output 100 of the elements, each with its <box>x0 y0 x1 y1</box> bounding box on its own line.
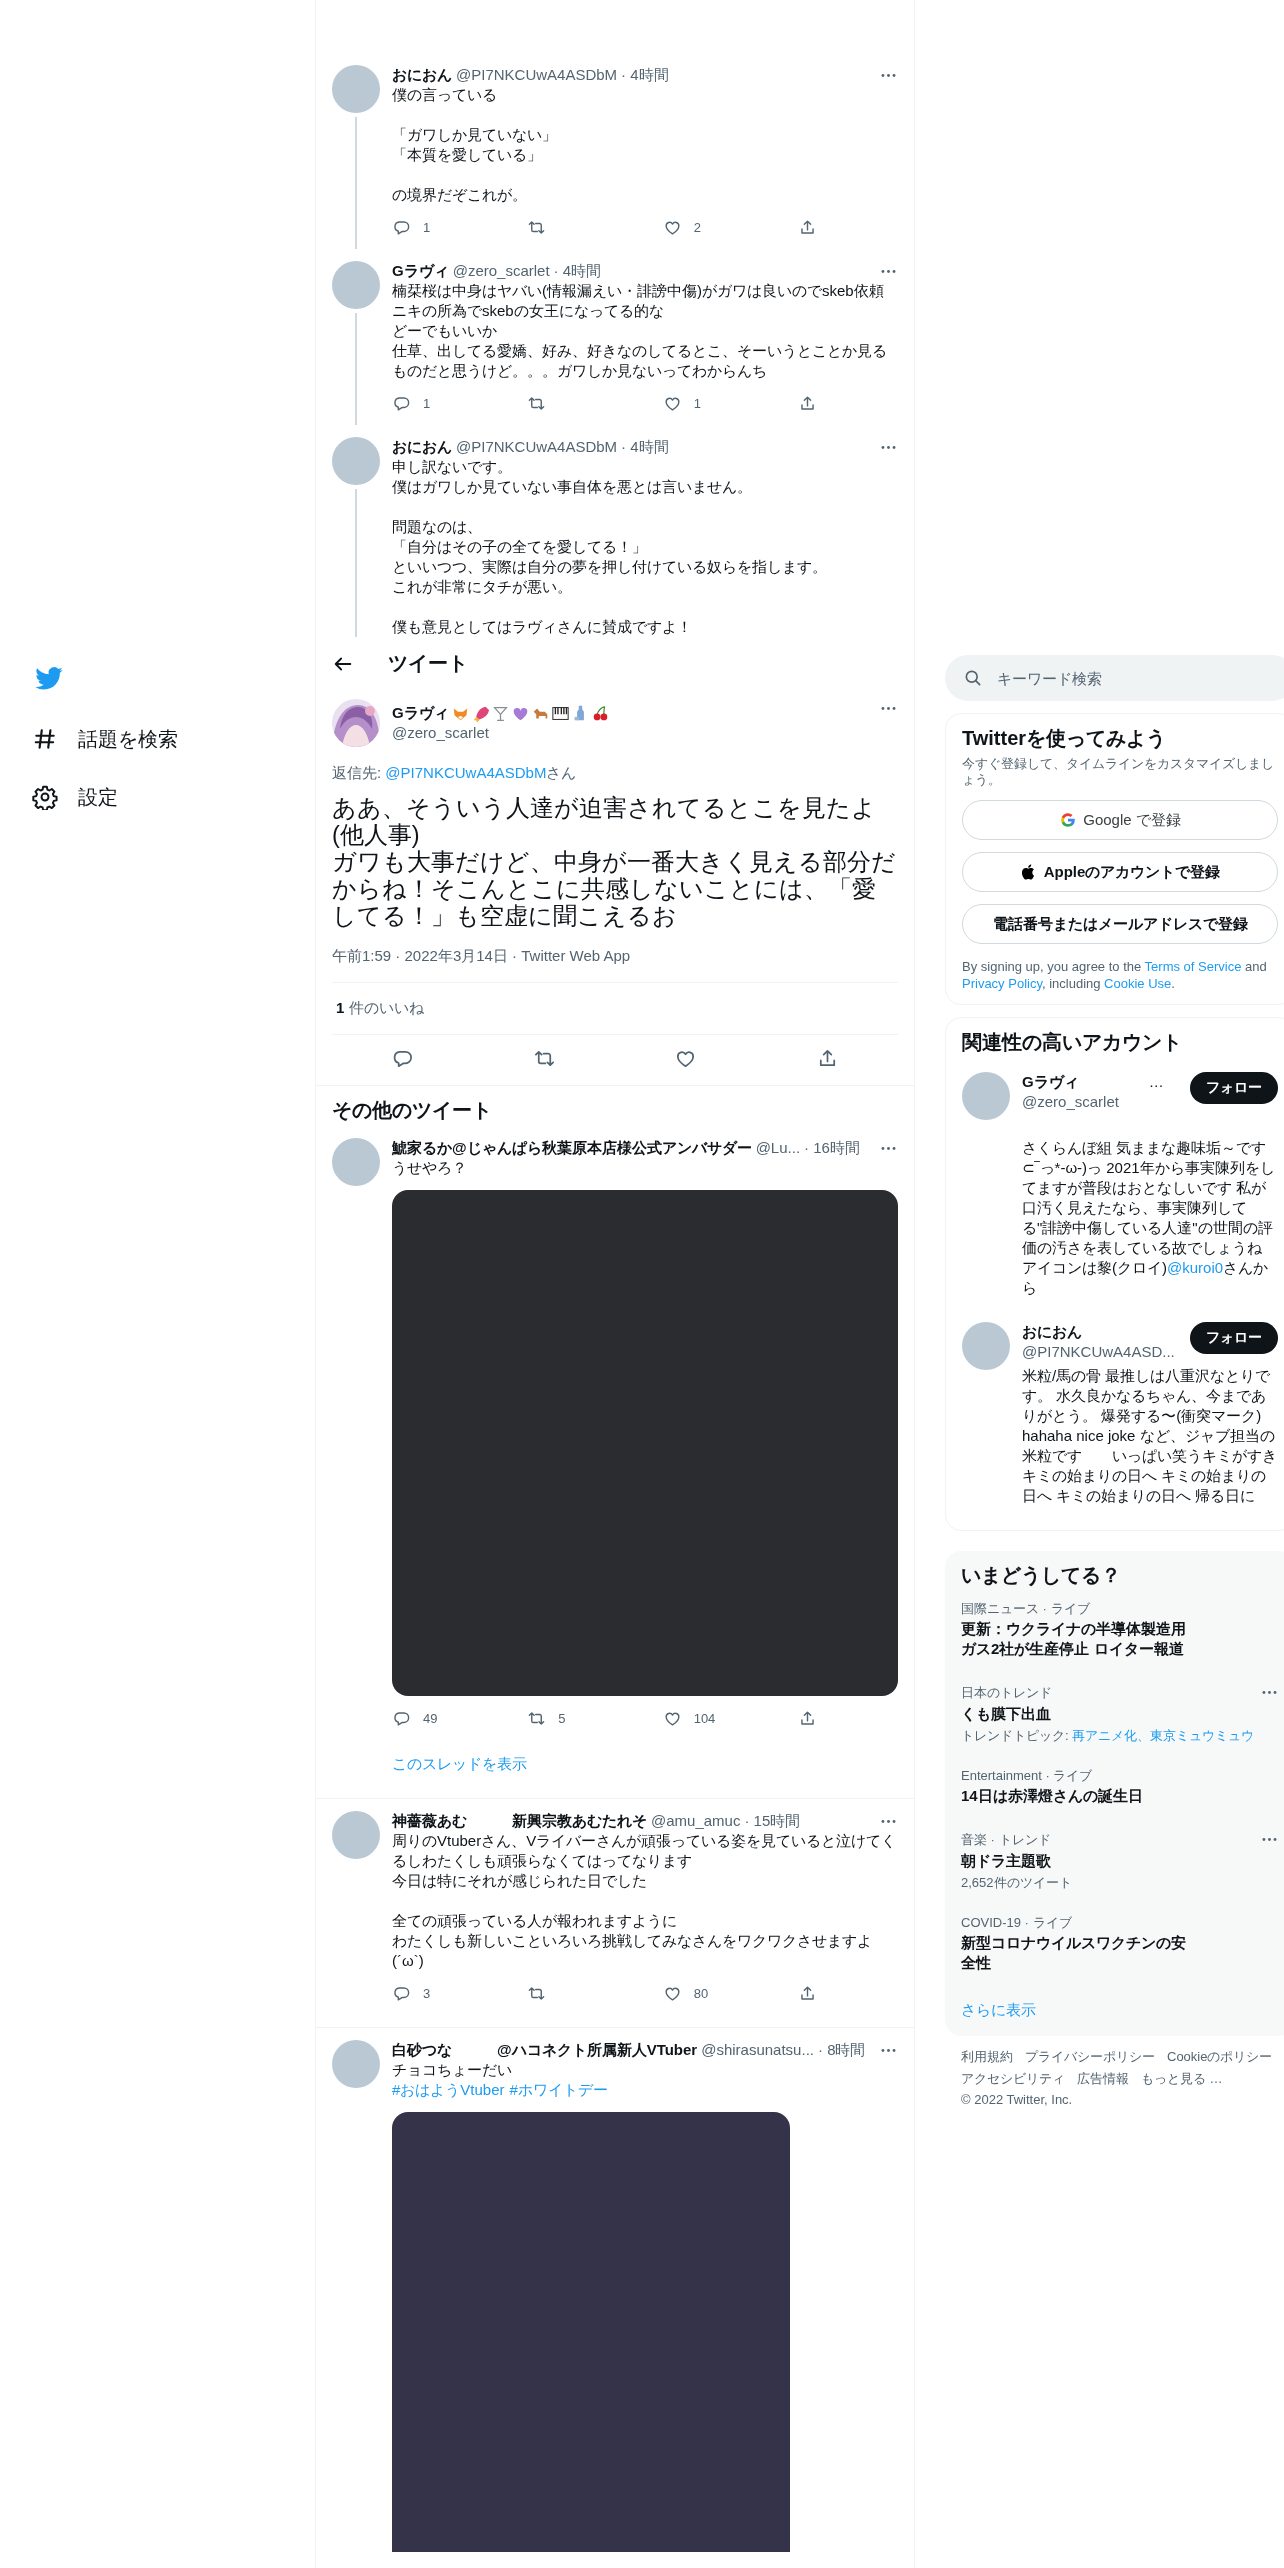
page-title: ツイート <box>388 651 468 676</box>
tweet-text: 周りのVtuberさん、Vライバーさんが頑張っている姿を見ていると泣けてくるしわたくしも頑張らなくてはってなります <box>392 1831 898 1871</box>
share-icon[interactable] <box>798 217 817 237</box>
tweet-time[interactable]: · 4時間 <box>553 261 602 281</box>
tweet-text: どーでもいいか <box>392 321 498 341</box>
tweet-text: ガワも大事だけど、中身が一番大きく見える部分だからね！そこんとこに共感しないことには、「愛してる！」も空虚に聞こえるお <box>332 849 897 930</box>
nav-item[interactable]: 設定 <box>20 768 130 826</box>
user-name[interactable]: Gラヴィ <box>1022 1072 1079 1092</box>
tweet-text: 「ガワしか見ていない」 <box>392 125 558 145</box>
card-title: 関連性の高いアカウント <box>962 1030 1183 1054</box>
signup-button[interactable]: 電話番号またはメールアドレスで登録 <box>962 904 1278 944</box>
trend-title: 新型コロナウイルスワクチンの安全性 <box>961 1933 1187 1973</box>
user-handle[interactable]: @shirasunatsu... <box>701 2040 814 2060</box>
footer-link[interactable]: プライバシーポリシー <box>1025 2048 1155 2066</box>
user-handle[interactable]: @PI7NKCUwA4ASDbM <box>456 65 618 85</box>
tweet-text: チョコちょーだい <box>392 2060 513 2080</box>
card-description: 今すぐ登録して、タイムラインをカスタマイズしましょう。 <box>962 756 1275 788</box>
tweet-text: 僕はガワしか見ていない事自体を悪とは言いません。 <box>392 477 753 497</box>
footer-link[interactable]: © 2022 Twitter, Inc. <box>961 2092 1073 2107</box>
trend-category: 国際ニュース · ライブ <box>961 1601 1090 1617</box>
reply-count: 49 <box>423 1710 438 1726</box>
tweet-text: 今日は特にそれが感じられた日でした <box>392 1871 648 1891</box>
footer-link[interactable]: アクセシビリティ <box>961 2070 1065 2088</box>
user-handle[interactable]: @PI7NKCUwA4ASDbM <box>456 437 618 457</box>
tweet-time[interactable]: · 16時間 <box>804 1138 860 1158</box>
tweet-time[interactable]: · 4時間 <box>621 437 669 457</box>
trend-category: 音楽 · トレンド <box>961 1831 1051 1848</box>
user-handle[interactable]: @amu_amuc <box>651 1811 741 1831</box>
user-name[interactable]: Gラヴィ <box>392 703 449 723</box>
share-icon[interactable] <box>798 1708 817 1728</box>
trend-item[interactable]: 日本のトレンド くも膜下出血 トレンドトピック: 再アニメ化、東京ミュウミュウ <box>945 1671 1284 1756</box>
trend-category: COVID-19 · ライブ <box>961 1915 1072 1931</box>
user-handle[interactable]: @Lu... <box>755 1138 801 1158</box>
footer-link[interactable]: 広告情報 <box>1077 2070 1129 2088</box>
footer-link[interactable]: もっと見る … <box>1141 2070 1223 2088</box>
user-handle[interactable]: @zero_scarlet <box>392 723 867 743</box>
reply-count: 1 <box>423 219 431 235</box>
tweet-text: 僕の言っている <box>392 85 498 105</box>
signup-button[interactable]: Appleのアカウントで登録 <box>962 852 1278 892</box>
retweet-count: 5 <box>558 1710 566 1726</box>
follow-button[interactable]: フォロー <box>1190 1322 1278 1354</box>
user-name[interactable]: おにおん <box>392 65 452 85</box>
search-icon <box>963 668 983 688</box>
like-count: 2 <box>693 219 701 235</box>
reply-to-text: 返信先: @PI7NKCUwA4ASDbMさん <box>332 763 578 783</box>
tweet-text: 問題なのは、 <box>392 517 483 537</box>
card-title: Twitterを使ってみよう <box>962 726 1168 750</box>
trend-category: 日本のトレンド <box>961 1684 1052 1701</box>
user-handle[interactable]: @zero_scarlet <box>452 261 550 281</box>
tweet-text: 「自分はその子の全てを愛してる！」 <box>392 537 648 557</box>
tweet-time[interactable]: · 15時間 <box>744 1811 801 1831</box>
user-bio: 米粒/馬の骨 最推しは八重沢なとりです。 水久良かなるちゃん、今までありがとう。 爆発する〜(衝突マーク) hahaha nice joke など、ジャブ担当の米粒です いっぱい笑うキミがすきキミの始まりの日へ キミの始まりの日へ キミの始まりの日へ 帰る日に <box>1022 1366 1278 1506</box>
footer-link[interactable]: Cookieのポリシー <box>1167 2048 1273 2066</box>
trend-category: Entertainment · ライブ <box>961 1768 1093 1784</box>
signup-button[interactable]: Google で登録 <box>962 800 1278 840</box>
user-bio: さくらんぼ組 気ままな趣味垢～です ⊂‾っ*-ω-)っ 2021年から事実陳列をしてますが普段はおとなしいです 私が口汚く見えたなら、事実陳列してる"誹謗中傷している人達"の世間の評価の汚さを表している故でしょうね <box>1022 1138 1276 1258</box>
nav-item[interactable]: 話題を検索 <box>20 710 190 768</box>
legal-text: By signing up, you agree to the Terms of Service and Privacy Policy, including Cookie Use. <box>962 958 1268 992</box>
tweet-text: 仕草、出してる愛嬌、好み、好きなのしてるとこ、そーいうとことか見るものだと思うけど。。。ガワしか見ないってわからんち <box>392 341 888 381</box>
settings-icon <box>32 784 58 810</box>
tweet-text: 楠栞桜は中身はヤバい(情報漏えい・誹謗中傷)がガワは良いのでskeb依頼ニキの所為でskebの女王になってる的な <box>392 281 885 321</box>
trend-title: くも膜下出血 <box>961 1704 1052 1724</box>
trend-item[interactable]: 国際ニュース · ライブ 更新：ウクライナの半導体製造用ガス2社が生産停止 ロイター報道 <box>945 1589 1284 1671</box>
trend-item[interactable]: 音楽 · トレンド 朝ドラ主題歌 2,652件のツイート <box>945 1818 1284 1903</box>
tweet-timestamp[interactable]: 午前1:59 · 2022年3月14日 · Twitter Web App <box>332 946 898 983</box>
share-icon[interactable] <box>798 393 817 413</box>
tweet-text: といいつつ、実際は自分の夢を押し付けている奴らを指します。 <box>392 557 828 577</box>
likes-count[interactable]: 1 件のいいね <box>336 999 424 1016</box>
tweet-time[interactable]: · 4時間 <box>621 65 669 85</box>
user-name[interactable]: おにおん <box>1022 1322 1082 1342</box>
cocktail-icon <box>491 704 509 722</box>
user-handle[interactable]: @zero_scarlet <box>1022 1092 1182 1112</box>
user-name[interactable]: おにおん <box>392 437 452 457</box>
tweet-text: わたくしも新しいこといろいろ挑戦してみなさんをワクワクさせますよ(´ω`) <box>392 1931 873 1971</box>
tweet-text: 申し訳ないです。 <box>392 457 513 477</box>
avatar[interactable] <box>332 699 380 747</box>
user-name[interactable]: 白砂つな @ハコネクト所属新人VTuber <box>392 2040 698 2060</box>
tweet-text: の境界だぞこれが。 <box>392 185 528 205</box>
trend-item[interactable]: COVID-19 · ライブ 新型コロナウイルスワクチンの安全性 <box>945 1903 1284 1985</box>
tweet-time[interactable]: · 8時間 <box>817 2040 866 2060</box>
like-count: 1 <box>693 395 701 411</box>
name-ellipsis: … <box>1148 1072 1164 1092</box>
user-name[interactable]: 神薔薇あむ 新興宗教あむたれそ <box>392 1811 647 1831</box>
share-icon[interactable] <box>798 1983 817 2003</box>
hashtag-icon <box>32 726 58 752</box>
section-title: その他のツイート <box>331 1098 493 1123</box>
tweet-text: 「本質を愛している」 <box>392 145 543 165</box>
tweet-count: 2,652件のツイート <box>961 1875 1073 1891</box>
user-bio: アイコンは黎(クロイ)@kuroi0さんから <box>1022 1258 1270 1298</box>
footer-link[interactable]: 利用規約 <box>961 2048 1013 2066</box>
tweet-text: ああ、そういう人達が迫害されてるとこを見たよ(他人事) <box>332 795 877 849</box>
follow-button[interactable]: フォロー <box>1190 1072 1278 1104</box>
trend-item[interactable]: Entertainment · ライブ 14日は赤澤燈さんの誕生日 <box>945 1756 1284 1818</box>
search-field[interactable]: キーワード検索 <box>945 655 1284 701</box>
google-icon <box>1059 811 1078 829</box>
user-handle[interactable]: @PI7NKCUwA4ASD... <box>1022 1342 1182 1362</box>
reply-count: 1 <box>423 395 431 411</box>
piano-icon <box>551 704 569 722</box>
user-name[interactable]: 鯱家るか@じゃんぱら秋葉原本店様公式アンバサダー <box>392 1138 752 1158</box>
user-name[interactable]: Gラヴィ <box>392 261 449 281</box>
